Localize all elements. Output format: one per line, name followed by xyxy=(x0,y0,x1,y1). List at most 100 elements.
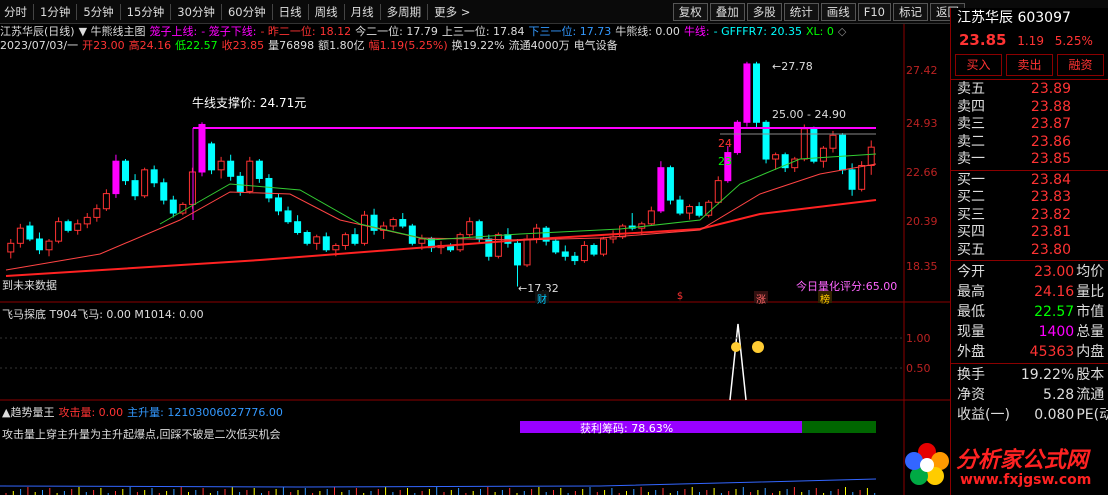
candle[interactable] xyxy=(188,167,196,209)
candle[interactable] xyxy=(16,223,24,248)
candle[interactable] xyxy=(590,243,598,257)
candle[interactable] xyxy=(112,154,120,198)
candle[interactable] xyxy=(64,219,72,233)
candle[interactable] xyxy=(131,174,139,201)
candle[interactable] xyxy=(102,189,110,211)
candle[interactable] xyxy=(303,230,311,246)
event-marker[interactable]: 榜 xyxy=(818,291,832,306)
candle[interactable] xyxy=(647,206,655,227)
bid-row[interactable]: 买二 23.83 xyxy=(951,189,1108,207)
period-tab[interactable]: 月线 xyxy=(347,0,378,24)
candle[interactable] xyxy=(83,213,91,229)
candle[interactable] xyxy=(513,238,521,287)
candle[interactable] xyxy=(246,156,254,194)
candle[interactable] xyxy=(552,238,560,255)
tool-button[interactable]: 标记 xyxy=(893,3,928,21)
candle[interactable] xyxy=(389,217,397,231)
candle[interactable] xyxy=(351,228,359,246)
tool-button[interactable]: 画线 xyxy=(820,3,856,21)
candle[interactable] xyxy=(571,251,579,265)
candle[interactable] xyxy=(313,234,321,250)
candle[interactable] xyxy=(542,226,550,246)
candle[interactable] xyxy=(274,193,282,216)
candle[interactable] xyxy=(122,159,130,185)
period-tab[interactable]: 30分钟 xyxy=(173,0,219,24)
candle[interactable] xyxy=(561,245,569,261)
candle[interactable] xyxy=(676,195,684,216)
event-marker[interactable]: 涨 xyxy=(754,291,768,306)
candle[interactable] xyxy=(179,202,187,216)
candle[interactable] xyxy=(55,217,63,244)
candle[interactable] xyxy=(437,241,445,255)
candle[interactable] xyxy=(800,124,808,162)
candle[interactable] xyxy=(743,61,751,127)
candle[interactable] xyxy=(169,195,177,218)
candle[interactable] xyxy=(294,215,302,235)
ask-row[interactable]: 卖三 23.87 xyxy=(951,116,1108,134)
candle[interactable] xyxy=(7,238,15,259)
candle[interactable] xyxy=(399,213,407,229)
candle[interactable] xyxy=(733,120,741,155)
candle[interactable] xyxy=(762,120,770,164)
event-marker[interactable]: $ xyxy=(674,291,686,303)
candle[interactable] xyxy=(265,174,273,203)
ask-row[interactable]: 卖一 23.85 xyxy=(951,151,1108,169)
candle[interactable] xyxy=(45,238,53,257)
tool-button[interactable]: 多股 xyxy=(746,3,782,21)
candle[interactable] xyxy=(227,154,235,181)
candle[interactable] xyxy=(781,152,789,172)
tool-button[interactable]: F10 xyxy=(857,3,891,21)
sell-button[interactable]: 卖出 xyxy=(1006,54,1053,76)
period-tab[interactable]: 1分钟 xyxy=(36,0,74,24)
ask-row[interactable]: 卖二 23.86 xyxy=(951,134,1108,152)
bid-row[interactable]: 买五 23.80 xyxy=(951,242,1108,260)
ask-row[interactable]: 卖四 23.88 xyxy=(951,99,1108,117)
candle[interactable] xyxy=(839,133,847,175)
event-marker[interactable]: 财 xyxy=(535,291,549,306)
candle[interactable] xyxy=(341,232,349,250)
period-tab[interactable]: 分时 xyxy=(0,0,31,24)
candle[interactable] xyxy=(867,140,875,175)
candle[interactable] xyxy=(600,236,608,257)
period-tab[interactable]: 多周期 xyxy=(383,0,426,24)
period-tab[interactable]: 更多 > xyxy=(430,0,474,24)
candle[interactable] xyxy=(93,204,101,222)
bid-row[interactable]: 买四 23.81 xyxy=(951,224,1108,242)
candle[interactable] xyxy=(580,241,588,263)
candle[interactable] xyxy=(217,156,225,179)
period-tab[interactable]: 5分钟 xyxy=(79,0,117,24)
candle[interactable] xyxy=(370,208,378,235)
candle[interactable] xyxy=(504,228,512,248)
candle[interactable] xyxy=(150,165,158,188)
candle[interactable] xyxy=(466,217,474,237)
candle[interactable] xyxy=(695,202,703,218)
period-tab[interactable]: 日线 xyxy=(275,0,306,24)
tool-button[interactable]: 叠加 xyxy=(709,3,745,21)
candle[interactable] xyxy=(772,152,780,170)
candle[interactable] xyxy=(456,232,464,252)
period-tab[interactable]: 周线 xyxy=(311,0,342,24)
period-tab[interactable]: 60分钟 xyxy=(224,0,270,24)
candle[interactable] xyxy=(752,61,760,129)
candle[interactable] xyxy=(494,232,502,259)
candle[interactable] xyxy=(35,232,43,255)
candle[interactable] xyxy=(255,159,263,183)
candle[interactable] xyxy=(198,122,206,177)
bid-row[interactable]: 买一 23.84 xyxy=(951,172,1108,190)
candle[interactable] xyxy=(485,234,493,261)
candle[interactable] xyxy=(666,165,674,205)
margin-button[interactable]: 融资 xyxy=(1057,54,1104,76)
bid-row[interactable]: 买三 23.82 xyxy=(951,207,1108,225)
candle[interactable] xyxy=(74,219,82,235)
candle[interactable] xyxy=(284,206,292,224)
candle[interactable] xyxy=(427,236,435,252)
candle[interactable] xyxy=(141,167,149,198)
candle[interactable] xyxy=(26,221,34,242)
tool-button[interactable]: 统计 xyxy=(783,3,819,21)
candle[interactable] xyxy=(714,176,722,205)
candle[interactable] xyxy=(686,204,694,220)
buy-button[interactable]: 买入 xyxy=(955,54,1002,76)
candle[interactable] xyxy=(361,210,369,246)
candle[interactable] xyxy=(408,223,416,246)
candle[interactable] xyxy=(160,178,168,205)
